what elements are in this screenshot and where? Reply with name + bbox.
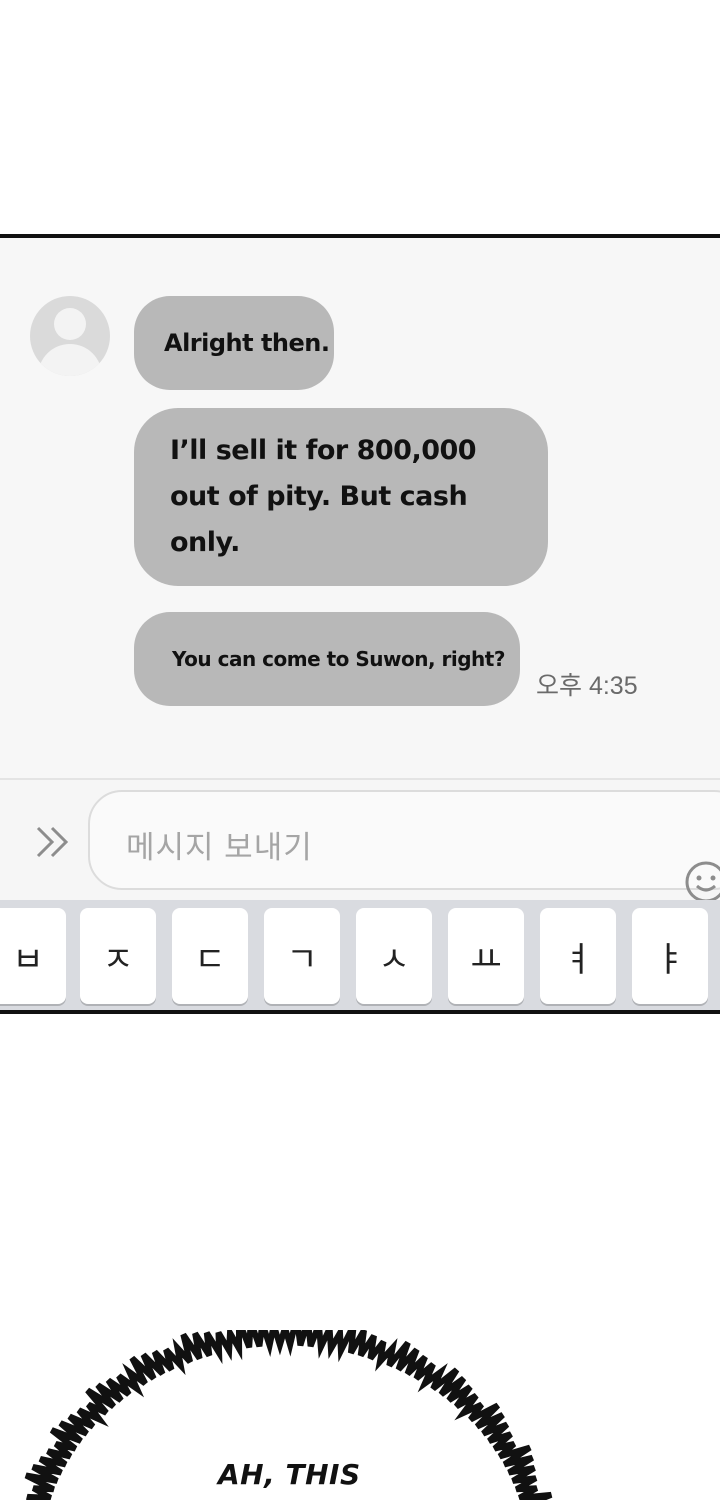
message-bubble[interactable]: Alright then. [134, 296, 334, 390]
message-bubble[interactable]: I’ll sell it for 800,000 out of pity. Bu… [134, 408, 548, 586]
message-timestamp: 오후 4:35 [536, 672, 638, 700]
key-yeo[interactable]: ㅕ [540, 908, 616, 1004]
korean-keyboard: ㅂ ㅈ ㄷ ㄱ ㅅ ㅛ ㅕ ㅑ [0, 900, 720, 1010]
key-ya[interactable]: ㅑ [632, 908, 708, 1004]
phone-screen-panel: Alright then. I’ll sell it for 800,000 o… [0, 234, 720, 1014]
key-yo[interactable]: ㅛ [448, 908, 524, 1004]
avatar-head-shape [54, 308, 86, 340]
message-text: You can come to Suwon, right? [172, 647, 505, 671]
speech-burst: AH, THIS [0, 1313, 720, 1505]
message-text: Alright then. [164, 329, 330, 357]
message-input[interactable]: 메시지 보내기 [88, 790, 720, 890]
key-siot[interactable]: ㅅ [356, 908, 432, 1004]
message-bubble[interactable]: You can come to Suwon, right? [134, 612, 520, 706]
narration-caption: AH, THIS [218, 1458, 361, 1491]
key-jieut[interactable]: ㅈ [80, 908, 156, 1004]
message-composer: 메시지 보내기 [0, 780, 720, 903]
key-digeut[interactable]: ㄷ [172, 908, 248, 1004]
key-giyeok[interactable]: ㄱ [264, 908, 340, 1004]
message-text: I’ll sell it for 800,000 out of pity. Bu… [170, 435, 477, 558]
key-bieup[interactable]: ㅂ [0, 908, 66, 1004]
contact-avatar[interactable] [30, 296, 110, 376]
chat-area: Alright then. I’ll sell it for 800,000 o… [0, 238, 720, 778]
message-input-placeholder: 메시지 보내기 [126, 830, 313, 865]
double-chevron-right-icon[interactable] [34, 824, 74, 860]
avatar-body-shape [38, 344, 102, 376]
